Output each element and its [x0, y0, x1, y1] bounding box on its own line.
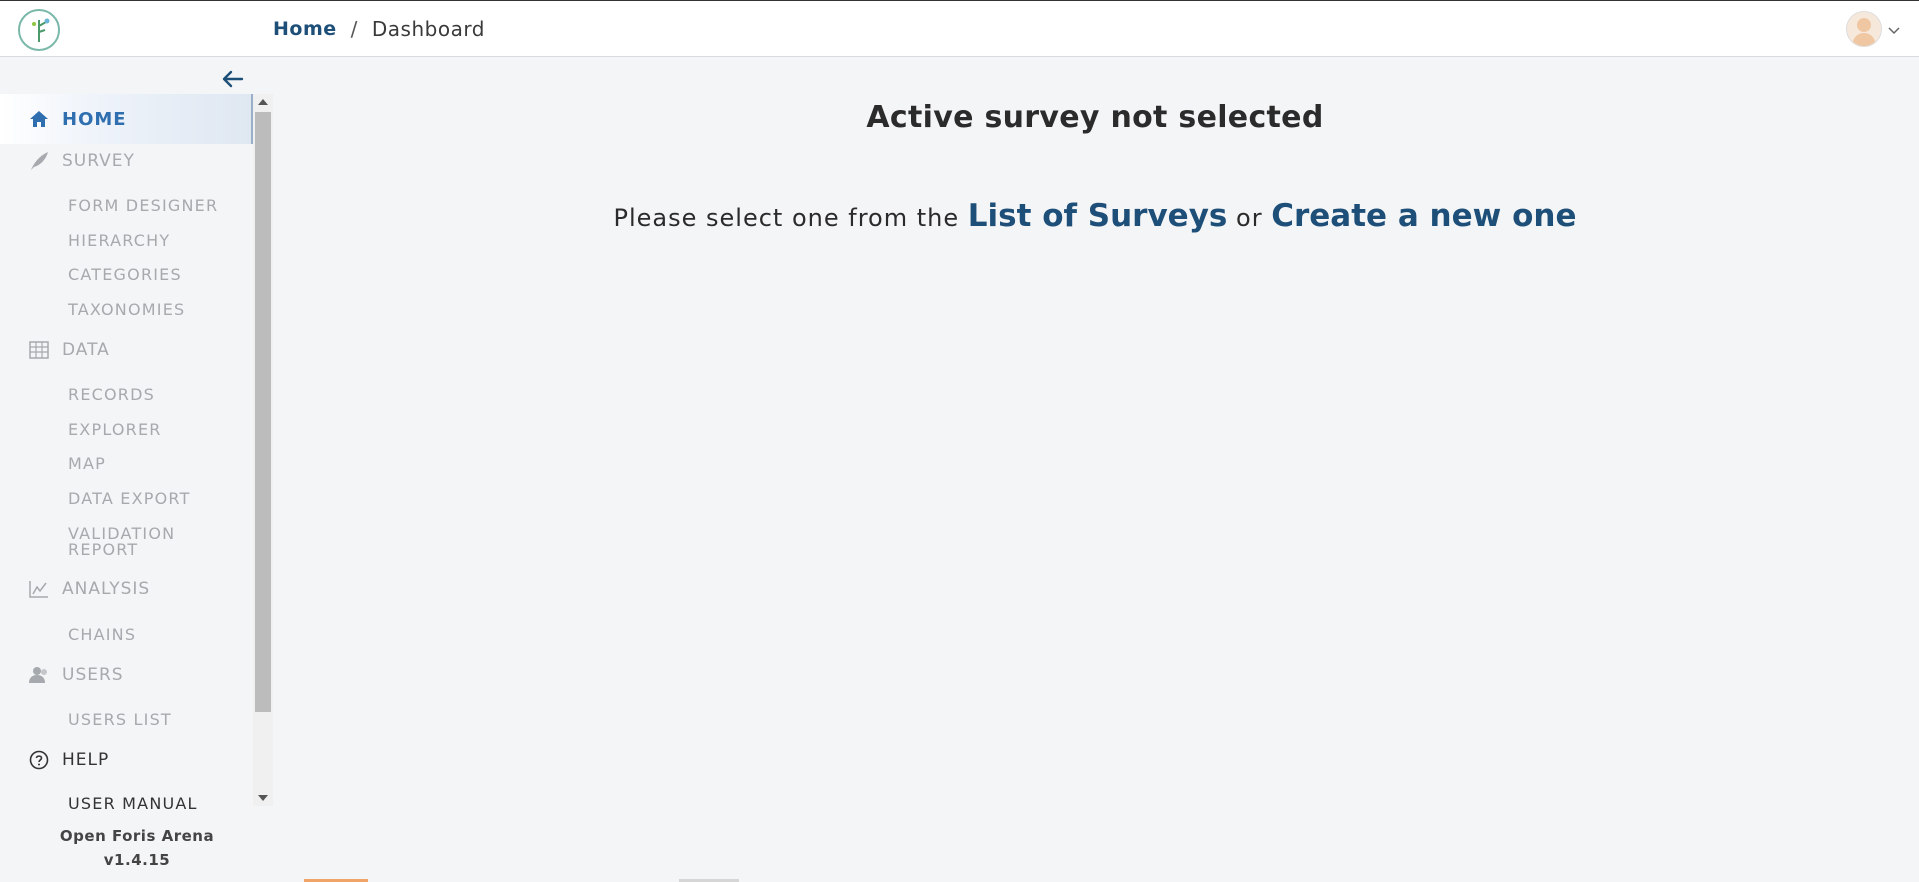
sidebar-nav: HOME SURVEY FORM DESIGNER HIERARCHY CATE… — [0, 94, 253, 864]
select-survey-message: Please select one from the List of Surve… — [274, 198, 1916, 234]
sidebar-item-label: DATA — [62, 340, 110, 360]
sidebar-subitem-data-export[interactable]: DATA EXPORT — [68, 491, 191, 507]
page-title: Active survey not selected — [866, 100, 1324, 135]
collapse-sidebar-button[interactable] — [222, 70, 244, 92]
main-content: Active survey not selected Please select… — [274, 58, 1919, 882]
sidebar-subitem-user-manual[interactable]: USER MANUAL — [68, 796, 198, 812]
user-menu-button[interactable] — [1846, 11, 1900, 47]
sidebar-subitem-hierarchy[interactable]: HIERARCHY — [68, 233, 170, 249]
sidebar-scrollbar[interactable] — [253, 94, 273, 806]
list-of-surveys-link[interactable]: List of Surveys — [968, 198, 1228, 234]
sidebar-item-data[interactable]: DATA — [0, 339, 253, 361]
scroll-down-arrow-icon[interactable] — [253, 790, 273, 806]
sidebar-item-users[interactable]: USERS — [0, 664, 253, 686]
chart-line-icon — [28, 578, 50, 600]
sidebar-item-help[interactable]: HELP — [0, 749, 253, 771]
sidebar-subitem-chains[interactable]: CHAINS — [68, 627, 136, 643]
message-or: or — [1236, 204, 1263, 232]
question-circle-icon — [28, 749, 50, 771]
sidebar-item-analysis[interactable]: ANALYSIS — [0, 578, 253, 600]
breadcrumb-home-link[interactable]: Home — [273, 18, 337, 40]
chevron-down-icon[interactable] — [1888, 20, 1900, 39]
sidebar-item-label: HELP — [62, 750, 110, 770]
breadcrumb-current: Dashboard — [371, 17, 485, 41]
home-icon — [28, 108, 50, 130]
validation-report-line-2: REPORT — [68, 540, 139, 559]
sidebar-subitem-validation-report[interactable]: VALIDATION REPORT — [68, 526, 175, 558]
sidebar-item-home[interactable]: HOME — [0, 94, 253, 144]
app-name: Open Foris Arena — [59, 827, 215, 845]
breadcrumb-separator: / — [350, 17, 358, 41]
sidebar-item-label: HOME — [62, 108, 127, 130]
sidebar-item-label: ANALYSIS — [62, 579, 151, 599]
version-number: v1.4.15 — [103, 851, 171, 869]
feather-icon — [28, 150, 50, 172]
create-survey-link[interactable]: Create a new one — [1271, 198, 1576, 234]
app-version: Open Foris Arena v1.4.15 — [0, 824, 274, 872]
breadcrumb: Home / Dashboard — [273, 17, 485, 41]
table-icon — [28, 339, 50, 361]
sidebar-subitem-categories[interactable]: CATEGORIES — [68, 267, 182, 283]
sidebar: HOME SURVEY FORM DESIGNER HIERARCHY CATE… — [0, 58, 274, 882]
scroll-up-arrow-icon[interactable] — [253, 94, 273, 110]
message-prefix: Please select one from the — [613, 204, 960, 232]
sidebar-item-label: SURVEY — [62, 151, 135, 171]
sidebar-subitem-users-list[interactable]: USERS LIST — [68, 712, 172, 728]
users-icon — [28, 664, 50, 686]
arrow-left-icon[interactable] — [222, 70, 244, 92]
user-avatar-icon[interactable] — [1846, 11, 1882, 47]
sidebar-subitem-taxonomies[interactable]: TAXONOMIES — [68, 302, 185, 318]
sidebar-item-survey[interactable]: SURVEY — [0, 150, 253, 172]
sidebar-subitem-map[interactable]: MAP — [68, 456, 106, 472]
sidebar-subitem-form-designer[interactable]: FORM DESIGNER — [68, 198, 218, 214]
sidebar-item-label: USERS — [62, 665, 124, 685]
sidebar-subitem-explorer[interactable]: EXPLORER — [68, 422, 162, 438]
scrollbar-thumb[interactable] — [255, 112, 271, 712]
sidebar-subitem-records[interactable]: RECORDS — [68, 387, 155, 403]
open-foris-logo-icon[interactable] — [18, 9, 60, 51]
top-bar: Home / Dashboard — [0, 0, 1919, 57]
